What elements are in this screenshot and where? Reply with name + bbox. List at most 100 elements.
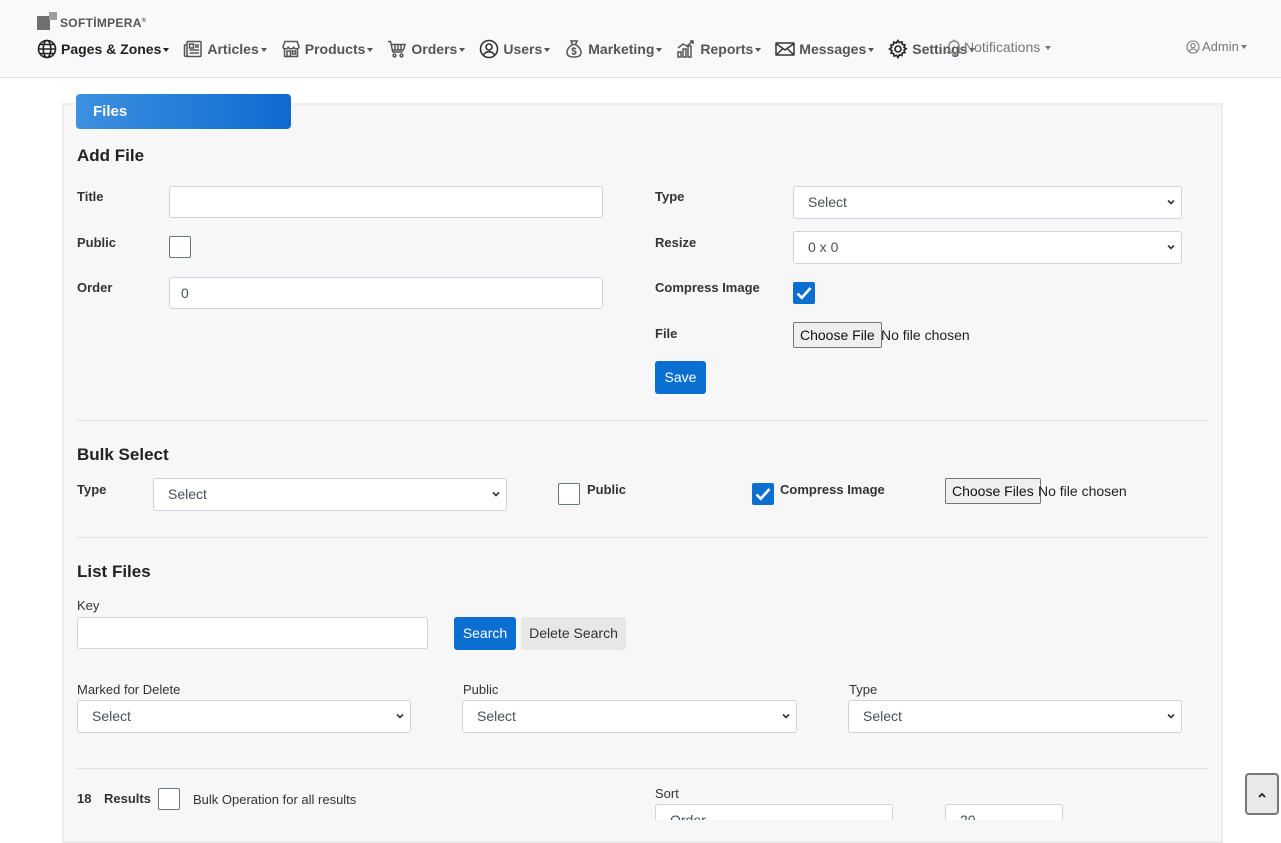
delete-search-button[interactable]: Delete Search [521, 617, 626, 650]
brand-name: SOFTİMPERA [60, 16, 142, 30]
section-divider [76, 768, 1208, 769]
resize-select-value: 0 x 0 [808, 239, 839, 255]
list-files-heading: List Files [77, 562, 151, 581]
top-navbar: SOFTİMPERA® Pages & Zones Articles Produ… [0, 0, 1281, 78]
nav-label: Reports [700, 41, 754, 57]
check-icon [755, 488, 771, 501]
results-label: Results [104, 791, 151, 806]
nav-label: Products [304, 41, 366, 57]
order-label: Order [77, 280, 113, 295]
list-public-select-value: Select [477, 708, 516, 724]
bulk-public-label: Public [587, 482, 627, 497]
resize-label: Resize [655, 235, 697, 250]
nav-label: Pages & Zones [61, 41, 162, 57]
store-icon [281, 40, 300, 58]
list-public-select[interactable]: Select [462, 700, 797, 733]
nav-orders[interactable]: Orders [387, 39, 466, 59]
main-nav: Pages & Zones Articles Products Orders U… [37, 37, 989, 61]
no-file-text: No file chosen [881, 327, 970, 343]
bulk-compress-image-checkbox[interactable] [752, 483, 774, 505]
nav-messages[interactable]: Messages [775, 39, 875, 59]
user-circle-icon [1186, 39, 1200, 54]
nav-users[interactable]: Users [479, 39, 551, 59]
bulk-operation-checkbox[interactable] [158, 788, 180, 810]
nav-label: Users [503, 41, 543, 57]
choose-file-button[interactable]: Choose File [793, 322, 882, 348]
key-label: Key [77, 598, 100, 613]
caret-down-icon [755, 47, 762, 52]
scroll-to-top-button[interactable] [1245, 773, 1279, 815]
caret-down-icon [1045, 45, 1052, 50]
title-input[interactable] [169, 186, 603, 218]
envelope-icon [775, 42, 796, 56]
type-label: Type [655, 189, 685, 204]
list-type-select-value: Select [863, 708, 902, 724]
bulk-type-select[interactable]: Select [153, 478, 507, 511]
bulk-no-file-text: No file chosen [1038, 483, 1127, 499]
search-button[interactable]: Search [454, 617, 516, 650]
marked-for-delete-label: Marked for Delete [77, 682, 181, 697]
list-public-label: Public [463, 682, 499, 697]
admin-menu[interactable]: Admin [1186, 39, 1247, 54]
title-label: Title [77, 189, 104, 204]
public-label: Public [77, 235, 117, 250]
caret-down-icon [459, 47, 466, 52]
choose-files-button[interactable]: Choose Files [945, 478, 1041, 504]
per-page-select-value: 20 [960, 812, 976, 820]
chevron-down-icon [492, 491, 500, 497]
admin-label: Admin [1202, 39, 1239, 54]
notifications-menu[interactable]: Notifications [946, 38, 1052, 56]
add-file-heading: Add File [77, 146, 145, 165]
compress-image-label: Compress Image [655, 280, 760, 295]
caret-down-icon [163, 47, 170, 52]
bulk-type-label: Type [77, 482, 107, 497]
order-input[interactable] [169, 277, 603, 309]
nav-reports[interactable]: Reports [676, 39, 762, 59]
bulk-select-heading: Bulk Select [77, 445, 169, 464]
save-button[interactable]: Save [655, 361, 706, 394]
bulk-operation-label: Bulk Operation for all results [193, 792, 357, 807]
caret-down-icon [868, 47, 875, 52]
per-page-select[interactable]: 20 [945, 804, 1063, 820]
chevron-down-icon [782, 713, 790, 719]
key-search-input[interactable] [77, 617, 428, 649]
check-icon [796, 287, 812, 300]
bulk-public-checkbox[interactable] [558, 483, 580, 505]
section-divider [76, 420, 1208, 421]
nav-label: Marketing [588, 41, 655, 57]
sort-select[interactable]: Order [655, 804, 893, 820]
logo-mark-icon [37, 12, 59, 32]
chevron-down-icon [396, 713, 404, 719]
type-select[interactable]: Select [793, 186, 1182, 219]
caret-down-icon [544, 47, 551, 52]
marked-for-delete-select-value: Select [92, 708, 131, 724]
nav-label: Messages [799, 41, 867, 57]
compress-image-checkbox[interactable] [793, 282, 815, 304]
newspaper-icon [184, 40, 203, 58]
file-label: File [655, 326, 678, 341]
bar-chart-icon [677, 40, 695, 58]
bulk-compress-image-label: Compress Image [780, 482, 885, 497]
resize-select[interactable]: 0 x 0 [793, 231, 1182, 264]
list-type-select[interactable]: Select [848, 700, 1182, 733]
chevron-down-icon [1167, 713, 1175, 719]
nav-label: Articles [207, 41, 259, 57]
marked-for-delete-select[interactable]: Select [77, 700, 411, 733]
registered-mark: ® [141, 18, 147, 24]
nav-pages-zones[interactable]: Pages & Zones [37, 39, 170, 59]
bulk-type-select-value: Select [168, 486, 207, 502]
notifications-label: Notifications [964, 39, 1041, 55]
public-checkbox[interactable] [169, 236, 191, 258]
nav-products[interactable]: Products [281, 39, 374, 59]
caret-down-icon [656, 47, 663, 52]
brand-logo[interactable]: SOFTİMPERA® [37, 12, 146, 32]
section-divider [76, 537, 1208, 538]
nav-articles[interactable]: Articles [183, 39, 267, 59]
list-type-label: Type [849, 682, 878, 697]
results-count: 18 [77, 791, 92, 806]
chevron-up-icon [1258, 792, 1266, 798]
cart-icon [388, 40, 407, 58]
money-bag-icon [566, 40, 583, 58]
nav-marketing[interactable]: Marketing [564, 39, 663, 59]
gear-icon [888, 39, 908, 59]
